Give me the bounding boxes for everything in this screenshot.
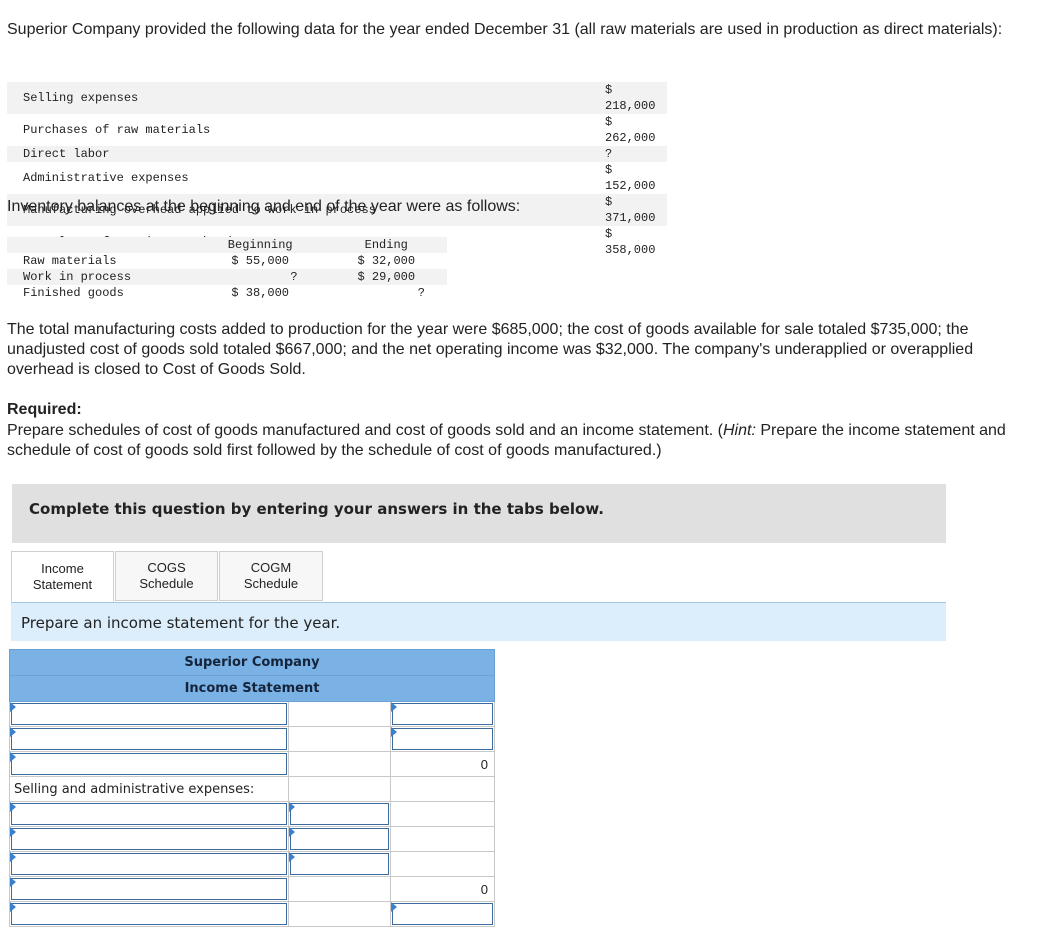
dropdown-flag-icon bbox=[10, 852, 16, 862]
row-value: $ 218,000 bbox=[597, 82, 667, 114]
table-row: 0 bbox=[9, 751, 495, 777]
table-row bbox=[9, 801, 495, 827]
given-data-table: Selling expenses $ 218,000 Purchases of r… bbox=[7, 82, 667, 258]
account-select[interactable] bbox=[11, 828, 287, 850]
table-row: Work in process ? $ 29,000 bbox=[7, 269, 447, 285]
table-row bbox=[9, 851, 495, 877]
income-statement-grid: Superior Company Income Statement 0 Sell… bbox=[9, 649, 495, 927]
amount-input[interactable] bbox=[290, 803, 389, 825]
table-row: Purchases of raw materials $ 262,000 bbox=[7, 114, 667, 146]
table-row bbox=[9, 701, 495, 727]
table-row: Raw materials $ 55,000 $ 32,000 bbox=[7, 253, 447, 269]
account-select[interactable] bbox=[11, 728, 287, 750]
table-header-row: Beginning Ending bbox=[7, 237, 447, 253]
ending-value: $ 32,000 bbox=[357, 254, 416, 268]
table-row bbox=[9, 826, 495, 852]
account-select[interactable] bbox=[11, 903, 287, 925]
table-row: Selling expenses $ 218,000 bbox=[7, 82, 667, 114]
dropdown-flag-icon bbox=[391, 902, 397, 912]
account-select[interactable] bbox=[11, 853, 287, 875]
subtotal-value: 0 bbox=[390, 876, 495, 902]
row-label: Direct labor bbox=[7, 146, 597, 162]
ending-value: $ 29,000 bbox=[325, 269, 447, 285]
table-row bbox=[9, 901, 495, 927]
table-row: Direct labor? bbox=[7, 146, 667, 162]
dropdown-flag-icon bbox=[10, 877, 16, 887]
table-row: 0 bbox=[9, 876, 495, 902]
account-select[interactable] bbox=[11, 878, 287, 900]
statement-title: Income Statement bbox=[9, 675, 495, 702]
intro-text: Superior Company provided the following … bbox=[7, 21, 1003, 38]
dropdown-flag-icon bbox=[289, 802, 295, 812]
tab-cogs-schedule[interactable]: COGS Schedule bbox=[115, 551, 218, 601]
column-header: Ending bbox=[325, 237, 447, 253]
statement-header-row: Superior Company bbox=[9, 649, 495, 676]
dropdown-flag-icon bbox=[10, 827, 16, 837]
table-row: Selling and administrative expenses: bbox=[9, 776, 495, 802]
amount-input[interactable] bbox=[290, 853, 389, 875]
table-row bbox=[9, 726, 495, 752]
row-label: Work in process bbox=[7, 269, 195, 285]
table-row: Administrative expenses $ 152,000 bbox=[7, 162, 667, 194]
column-header: Beginning bbox=[194, 237, 326, 253]
beginning-value: $ 55,000 bbox=[231, 254, 289, 268]
row-label: Administrative expenses bbox=[23, 171, 189, 185]
ending-value: ? bbox=[417, 286, 425, 300]
dropdown-flag-icon bbox=[289, 852, 295, 862]
complete-banner-text: Complete this question by entering your … bbox=[29, 500, 604, 518]
inventory-table: Beginning Ending Raw materials $ 55,000 … bbox=[7, 237, 447, 301]
tab-cogm-schedule[interactable]: COGM Schedule bbox=[219, 551, 323, 601]
company-name: Superior Company bbox=[9, 649, 495, 676]
table-row: Finished goods $ 38,000 ? bbox=[7, 285, 447, 301]
hint-label: Hint: bbox=[722, 422, 756, 439]
amount-input[interactable] bbox=[392, 903, 493, 925]
required-text: Prepare schedules of cost of goods manuf… bbox=[7, 422, 1006, 459]
required-heading: Required: bbox=[7, 401, 82, 418]
dropdown-flag-icon bbox=[10, 752, 16, 762]
instruction-text: Prepare an income statement for the year… bbox=[21, 614, 341, 632]
amount-input[interactable] bbox=[392, 703, 493, 725]
tab-income-statement[interactable]: Income Statement bbox=[11, 551, 114, 602]
summary-text: The total manufacturing costs added to p… bbox=[7, 321, 974, 378]
dropdown-flag-icon bbox=[10, 802, 16, 812]
beginning-value: $ 38,000 bbox=[231, 286, 289, 300]
row-label: Raw materials bbox=[23, 254, 117, 268]
account-select[interactable] bbox=[11, 803, 287, 825]
statement-header-row: Income Statement bbox=[9, 675, 495, 702]
dropdown-flag-icon bbox=[10, 727, 16, 737]
dropdown-flag-icon bbox=[10, 702, 16, 712]
beginning-value: ? bbox=[194, 269, 326, 285]
row-value: $ 262,000 bbox=[605, 115, 656, 145]
account-select[interactable] bbox=[11, 753, 287, 775]
account-select[interactable] bbox=[11, 703, 287, 725]
complete-banner: Complete this question by entering your … bbox=[12, 484, 946, 543]
row-value: ? bbox=[597, 146, 667, 162]
subtotal-value: 0 bbox=[390, 751, 495, 777]
dropdown-flag-icon bbox=[289, 827, 295, 837]
amount-input[interactable] bbox=[290, 828, 389, 850]
row-label: Finished goods bbox=[23, 286, 124, 300]
amount-input[interactable] bbox=[392, 728, 493, 750]
section-label: Selling and administrative expenses: bbox=[9, 776, 289, 802]
row-label: Selling expenses bbox=[7, 82, 597, 114]
row-value: $ 152,000 bbox=[605, 163, 656, 193]
inventory-intro: Inventory balances at the beginning and … bbox=[7, 198, 521, 215]
row-label: Purchases of raw materials bbox=[23, 123, 211, 137]
instruction-bar: Prepare an income statement for the year… bbox=[11, 603, 946, 641]
dropdown-flag-icon bbox=[391, 727, 397, 737]
row-value: $ 358,000 bbox=[605, 227, 656, 257]
dropdown-flag-icon bbox=[10, 902, 16, 912]
dropdown-flag-icon bbox=[391, 702, 397, 712]
